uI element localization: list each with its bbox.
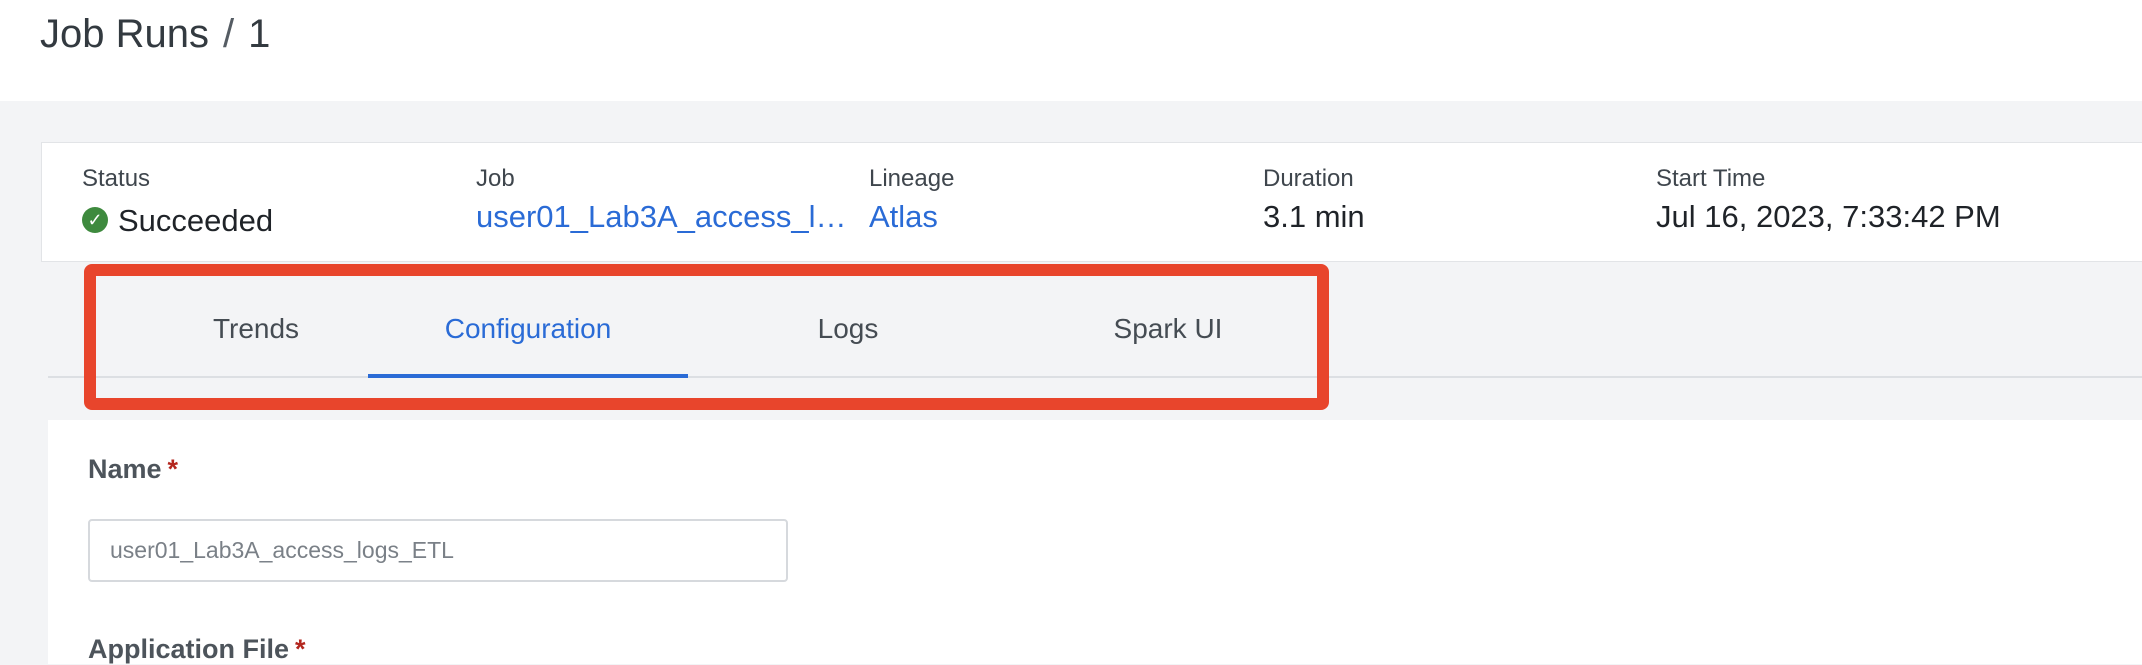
duration-field: Duration 3.1 min (1263, 165, 1365, 237)
status-field: Status ✓ Succeeded (82, 165, 273, 241)
application-file-label: Application File * (88, 634, 306, 665)
job-link[interactable]: user01_Lab3A_access_logs_ETL (476, 197, 861, 237)
start-time-field: Start Time Jul 16, 2023, 7:33:42 PM (1656, 165, 2001, 237)
page-header: Job Runs / 1 (0, 0, 2142, 101)
tab-configuration[interactable]: Configuration (368, 270, 688, 378)
start-time-label: Start Time (1656, 165, 1766, 192)
status-label: Status (82, 165, 151, 192)
breadcrumb-job-runs-link[interactable]: Job Runs (40, 12, 209, 56)
breadcrumb-separator: / (222, 12, 235, 56)
status-value-container: ✓ Succeeded (82, 201, 273, 241)
run-summary-bar: Status ✓ Succeeded Job user01_Lab3A_acces… (41, 142, 2142, 262)
job-label: Job (476, 165, 515, 192)
name-field-label: Name * (88, 454, 178, 485)
start-time-value: Jul 16, 2023, 7:33:42 PM (1656, 199, 2001, 234)
duration-value: 3.1 min (1263, 199, 1365, 234)
check-circle-icon: ✓ (82, 206, 108, 233)
name-input[interactable] (88, 519, 788, 582)
breadcrumb-current: 1 (248, 12, 271, 56)
name-label-text: Name (88, 454, 162, 484)
configuration-panel: Name* Application File* (48, 420, 2142, 664)
job-field: Job user01_Lab3A_access_logs_ETL (476, 165, 861, 237)
breadcrumb: Job Runs / 1 (40, 8, 270, 60)
lineage-label: Lineage (869, 165, 955, 192)
lineage-field: Lineage Atlas (869, 165, 954, 237)
run-tabs: Trends Configuration Logs Spark UI (48, 270, 2142, 378)
tab-spark-ui[interactable]: Spark UI (1008, 270, 1328, 376)
application-file-label-text: Application File (88, 634, 290, 664)
required-marker: * (295, 634, 306, 664)
required-marker: * (167, 454, 179, 484)
lineage-atlas-link[interactable]: Atlas (869, 197, 954, 237)
tab-logs[interactable]: Logs (688, 270, 1008, 376)
duration-label: Duration (1263, 165, 1354, 192)
status-value: Succeeded (118, 203, 274, 238)
